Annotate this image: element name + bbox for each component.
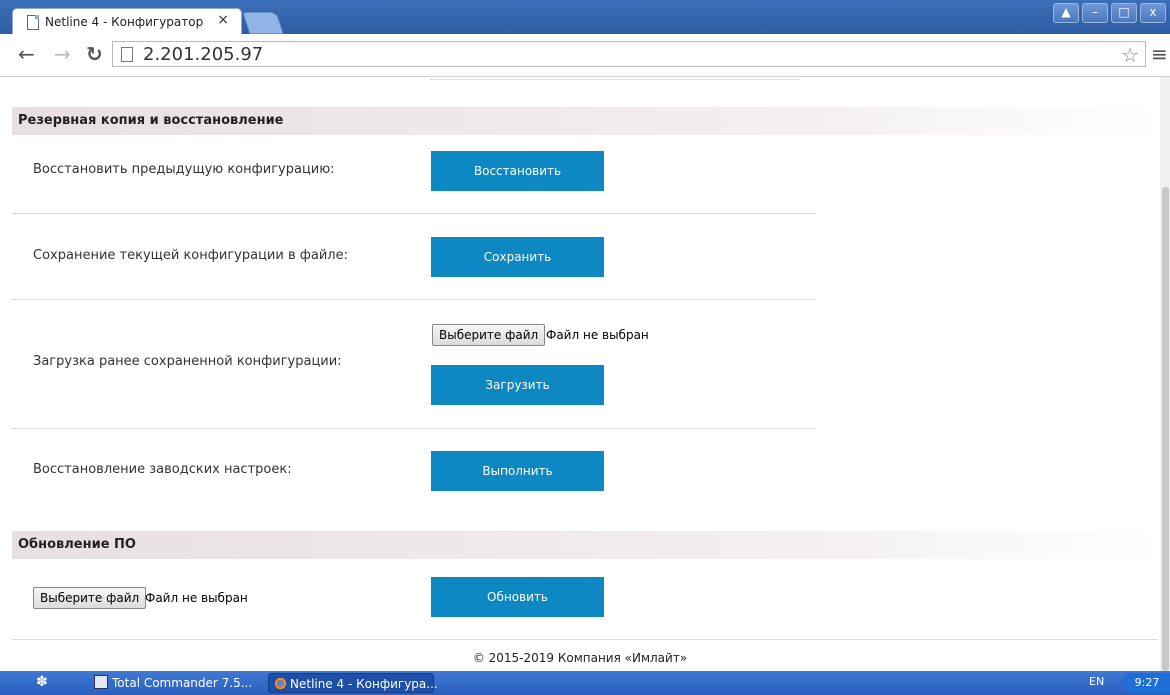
taskbar-item-total-commander[interactable]: Total Commander 7.5...: [94, 673, 252, 693]
floppy-icon: [94, 675, 108, 689]
footer-copyright: © 2015-2019 Компания «Имлайт»: [472, 651, 688, 665]
chrome-icon: [275, 678, 286, 689]
new-tab-button[interactable]: [242, 12, 284, 34]
divider: [12, 428, 816, 429]
minimize-button[interactable]: –: [1082, 3, 1108, 23]
upload-config-button[interactable]: Загрузить: [431, 365, 604, 405]
backup-section-header: Резервная копия и восстановление: [12, 107, 1158, 135]
upload-file-status: Файл не выбран: [546, 328, 649, 342]
tab-title: Netline 4 - Конфигуратор: [45, 15, 204, 29]
taskbar-item-browser[interactable]: Netline 4 - Конфигура...: [268, 673, 438, 693]
factory-reset-label: Восстановление заводских настроек:: [33, 462, 292, 477]
bookmark-star-icon[interactable]: ☆: [1121, 43, 1139, 67]
close-window-button[interactable]: x: [1140, 3, 1166, 23]
window-controls: ▲ – □ x: [1053, 3, 1166, 23]
clipped-content: [430, 79, 800, 84]
tab-close-icon[interactable]: ×: [217, 12, 229, 28]
scrollbar-thumb[interactable]: [1162, 187, 1169, 671]
start-icon[interactable]: ✽: [36, 674, 48, 690]
browser-titlebar: Netline 4 - Конфигуратор × ▲ – □ x: [0, 0, 1170, 34]
menu-icon[interactable]: ≡: [1151, 42, 1168, 66]
restore-label: Восстановить предыдущую конфигурацию:: [33, 162, 335, 177]
save-config-button[interactable]: Сохранить: [431, 237, 604, 277]
maximize-button[interactable]: □: [1111, 3, 1137, 23]
user-icon[interactable]: ▲: [1053, 3, 1079, 23]
upload-config-label: Загрузка ранее сохраненной конфигурации:: [33, 354, 342, 369]
update-firmware-button[interactable]: Обновить: [431, 577, 604, 617]
back-arrow-icon[interactable]: ←: [18, 42, 35, 66]
clock[interactable]: 9:27: [1124, 673, 1170, 693]
address-bar[interactable]: 2.201.205.97 ☆: [112, 41, 1146, 67]
os-taskbar: ✽ Total Commander 7.5... Netline 4 - Кон…: [0, 671, 1170, 695]
divider: [12, 299, 816, 300]
footer-divider: [12, 639, 1158, 640]
page-content: Резервная копия и восстановление Восстан…: [0, 77, 1160, 671]
firmware-file-status: Файл не выбран: [145, 591, 248, 605]
upload-choose-file-button[interactable]: Выберите файл: [432, 324, 546, 346]
forward-arrow-icon[interactable]: →: [54, 42, 71, 66]
language-indicator[interactable]: EN: [1089, 675, 1104, 688]
firmware-section-header: Обновление ПО: [12, 531, 1158, 559]
save-config-label: Сохранение текущей конфигурации в файле:: [33, 248, 348, 263]
browser-toolbar: ← → ↻ 2.201.205.97 ☆ ≡: [0, 34, 1170, 77]
factory-reset-button[interactable]: Выполнить: [431, 451, 604, 491]
firmware-choose-file-button[interactable]: Выберите файл: [33, 587, 147, 609]
reload-icon[interactable]: ↻: [86, 42, 103, 66]
url-text[interactable]: 2.201.205.97: [143, 44, 263, 65]
taskbar-item-label: Netline 4 - Конфигура...: [290, 677, 438, 691]
taskbar-item-label: Total Commander 7.5...: [112, 676, 253, 690]
page-icon: [27, 15, 39, 30]
browser-tab[interactable]: Netline 4 - Конфигуратор ×: [12, 8, 242, 34]
page-icon: [121, 47, 133, 62]
restore-button[interactable]: Восстановить: [431, 151, 604, 191]
divider: [12, 213, 816, 214]
